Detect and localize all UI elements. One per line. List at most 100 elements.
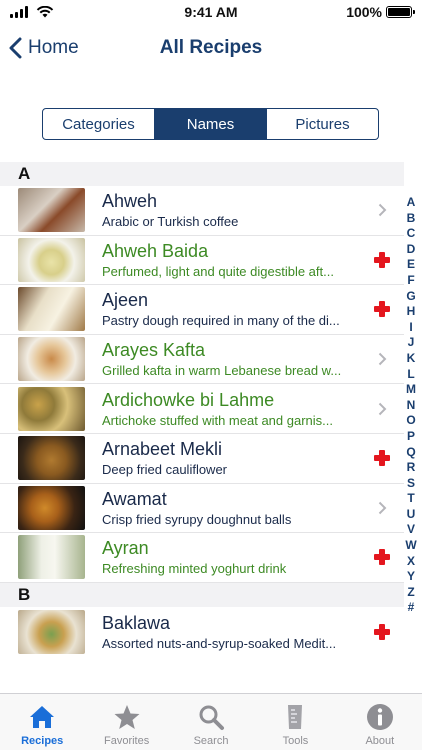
tab-about[interactable]: About (338, 694, 422, 750)
index-letter-x[interactable]: X (407, 554, 415, 570)
disclosure-chevron (374, 351, 390, 367)
index-letter-m[interactable]: M (406, 382, 416, 398)
tab-tools[interactable]: Tools (253, 694, 337, 750)
chevron-left-icon (9, 37, 22, 59)
status-bar: 9:41 AM 100% (0, 0, 422, 24)
segment-categories[interactable]: Categories (43, 109, 155, 139)
recipe-thumbnail (18, 188, 85, 233)
index-letter-w[interactable]: W (405, 538, 416, 554)
recipe-title: Baklawa (102, 612, 171, 633)
tab-label: Recipes (21, 735, 64, 747)
index-letter-t[interactable]: T (407, 491, 414, 507)
index-letter-e[interactable]: E (407, 257, 415, 273)
index-letter-y[interactable]: Y (407, 569, 415, 585)
recipe-thumbnail (18, 535, 85, 580)
index-letter-n[interactable]: N (407, 398, 416, 414)
back-label: Home (28, 37, 79, 58)
section-index-bar[interactable]: A B C D E F G H I J K L M N O P Q R S T U V W X Y Z # (404, 195, 418, 616)
star-icon (114, 705, 140, 729)
index-letter-q[interactable]: Q (406, 445, 415, 461)
segment-pictures[interactable]: Pictures (267, 109, 378, 139)
index-letter-v[interactable]: V (407, 522, 415, 538)
recipe-title: Ajeen (102, 290, 149, 311)
section-header-a: A (0, 162, 404, 186)
index-letter-z[interactable]: Z (407, 585, 414, 601)
measuring-cup-icon (288, 705, 303, 729)
index-letter-j[interactable]: J (408, 335, 415, 351)
recipe-title: Awamat (102, 488, 167, 509)
recipe-thumbnail (18, 609, 85, 654)
recipe-row-ahweh[interactable]: Ahweh Arabic or Turkish coffee (0, 186, 404, 236)
view-mode-segmented-control: Categories Names Pictures (42, 108, 379, 140)
recipe-subtitle: Deep fried cauliflower (102, 462, 228, 478)
chevron-right-icon (378, 352, 386, 366)
chevron-right-icon (378, 501, 386, 515)
index-letter-o[interactable]: O (406, 413, 415, 429)
recipe-subtitle: Perfumed, light and quite digestible aft… (102, 263, 334, 279)
status-right: 100% (346, 4, 415, 20)
navigation-bar: Home All Recipes (0, 24, 422, 72)
index-letter-g[interactable]: G (406, 289, 415, 305)
index-letter-l[interactable]: L (407, 367, 414, 383)
tab-favorites[interactable]: Favorites (84, 694, 168, 750)
chevron-right-icon (378, 402, 386, 415)
recipe-row-ayran[interactable]: Ayran Refreshing minted yoghurt drink (0, 533, 404, 583)
recipe-row-ardichowke-bi-lahme[interactable]: Ardichowke bi Lahme Artichoke stuffed wit… (0, 384, 404, 434)
segment-names[interactable]: Names (155, 109, 267, 139)
index-letter-u[interactable]: U (407, 507, 416, 523)
tab-label: Favorites (103, 735, 150, 747)
disclosure-chevron (374, 500, 390, 516)
add-button[interactable] (374, 251, 390, 268)
index-letter-p[interactable]: P (407, 429, 415, 445)
index-letter-f[interactable]: F (407, 273, 414, 289)
recipe-subtitle: Refreshing minted yoghurt drink (102, 561, 287, 577)
plus-icon (374, 549, 390, 566)
recipe-row-ajeen[interactable]: Ajeen Pastry dough required in many of th… (0, 285, 404, 335)
recipe-title: Arnabeet Mekli (102, 439, 223, 460)
back-button[interactable]: Home (8, 37, 79, 59)
index-letter-b[interactable]: B (407, 211, 416, 227)
recipe-thumbnail (18, 436, 85, 481)
status-left (10, 6, 54, 18)
recipe-subtitle: Artichoke stuffed with meat and garnis..… (102, 412, 333, 428)
tab-label: About (365, 735, 395, 747)
add-button[interactable] (374, 549, 390, 566)
recipe-list[interactable]: A Ahweh Arabic or Turkish coffee Ahweh Ba… (0, 162, 404, 656)
info-icon (366, 704, 393, 730)
add-button[interactable] (374, 450, 390, 467)
index-letter-c[interactable]: C (407, 226, 416, 242)
tab-search[interactable]: Search (169, 694, 253, 750)
recipe-row-arnabeet-mekli[interactable]: Arnabeet Mekli Deep fried cauliflower (0, 434, 404, 484)
index-letter-r[interactable]: R (407, 460, 416, 476)
recipe-row-ahweh-baida[interactable]: Ahweh Baida Perfumed, light and quite dig… (0, 236, 404, 286)
index-letter-i[interactable]: I (409, 320, 412, 336)
index-letter-a[interactable]: A (407, 195, 416, 211)
index-letter-k[interactable]: K (407, 351, 416, 367)
add-button[interactable] (374, 301, 390, 318)
wifi-icon (36, 6, 54, 18)
recipe-title: Ayran (102, 538, 149, 559)
section-header-b: B (0, 582, 404, 607)
index-letter-hash[interactable]: # (408, 600, 415, 616)
house-icon (30, 706, 55, 728)
recipe-row-baklawa[interactable]: Baklawa Assorted nuts-and-syrup-soaked Me… (0, 607, 404, 657)
index-letter-s[interactable]: S (407, 476, 415, 492)
recipe-row-arayes-kafta[interactable]: Arayes Kafta Grilled kafta in warm Lebane… (0, 335, 404, 385)
add-button[interactable] (374, 623, 390, 640)
recipe-thumbnail (18, 386, 85, 431)
tab-label: Search (193, 735, 229, 747)
recipe-thumbnail (18, 287, 85, 332)
recipe-title: Arayes Kafta (102, 340, 206, 361)
chevron-right-icon (378, 204, 386, 217)
tab-bar: Recipes Favorites Search Tools About (0, 693, 422, 750)
battery-icon (386, 6, 415, 18)
index-letter-d[interactable]: D (407, 242, 416, 258)
magnifier-icon (199, 705, 225, 730)
recipe-row-awamat[interactable]: Awamat Crisp fried syrupy doughnut balls (0, 484, 404, 534)
plus-icon (374, 301, 390, 318)
recipe-subtitle: Pastry dough required in many of the di.… (102, 313, 340, 329)
recipe-subtitle: Arabic or Turkish coffee (102, 214, 239, 230)
tab-recipes[interactable]: Recipes (0, 694, 84, 750)
index-letter-h[interactable]: H (407, 304, 416, 320)
signal-icon (10, 6, 28, 18)
